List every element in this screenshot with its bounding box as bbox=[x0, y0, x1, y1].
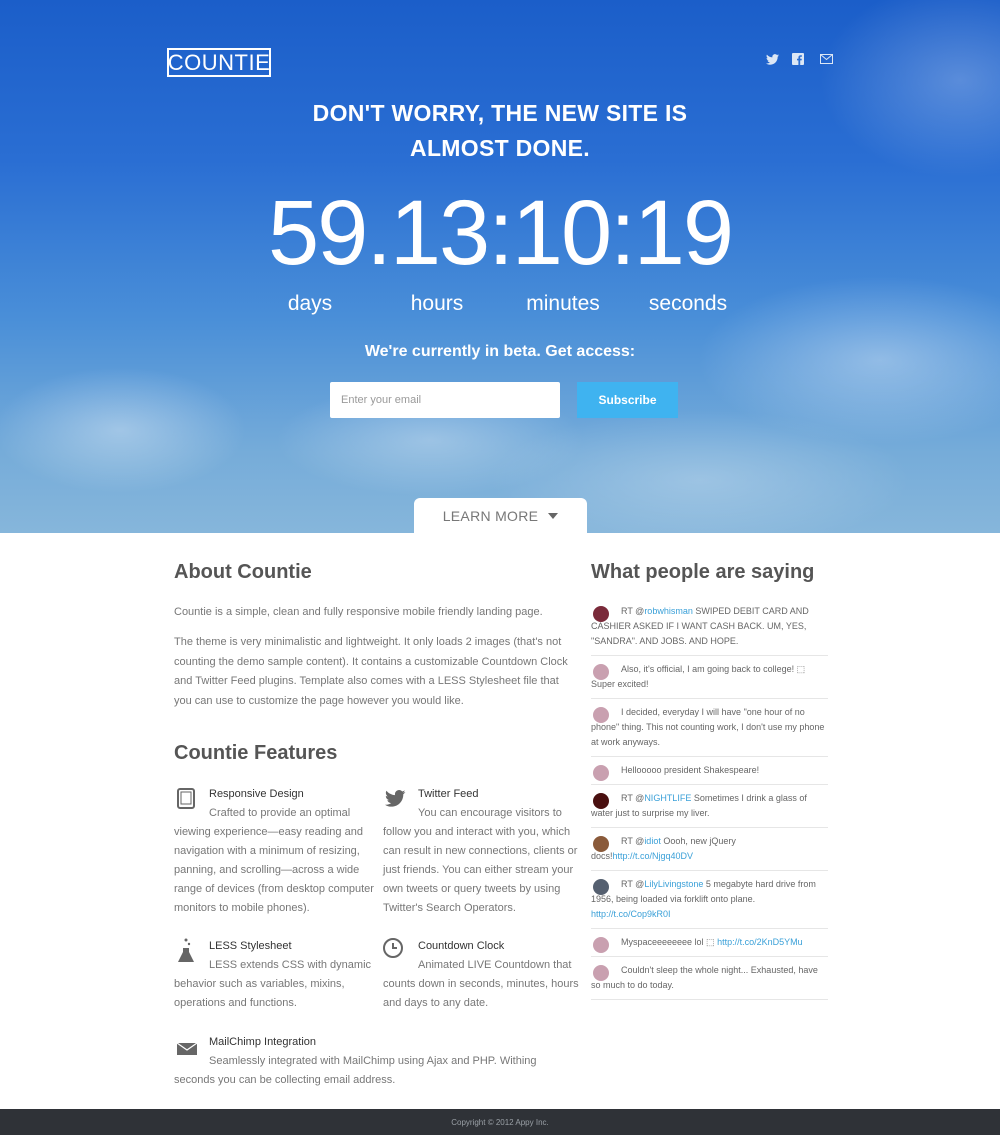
tweet-prefix: RT @ bbox=[621, 879, 645, 889]
tweet-text: Myspaceeeeeeee lol ⬚ http://t.co/2KnD5YM… bbox=[591, 935, 828, 950]
avatar[interactable] bbox=[593, 793, 609, 809]
feature-title: MailChimp Integration bbox=[209, 1036, 316, 1048]
tweet-body: Hellooooo president Shakespeare! bbox=[621, 765, 760, 775]
countdown-separator: : bbox=[488, 182, 514, 284]
learn-more-label: LEARN MORE bbox=[442, 508, 539, 524]
tweet-url-link[interactable]: http://t.co/Njgq40DV bbox=[613, 851, 694, 861]
tweet-text: RT @LilyLivingstone 5 megabyte hard driv… bbox=[591, 877, 828, 922]
clock-icon bbox=[383, 937, 407, 961]
tweet-text: RT @idiot Oooh, new jQuery docs!http://t… bbox=[591, 834, 828, 864]
tweet-url-link[interactable]: http://t.co/2KnD5YMu bbox=[717, 937, 803, 947]
flask-icon bbox=[174, 937, 198, 962]
avatar[interactable] bbox=[593, 965, 609, 981]
features-title: Countie Features bbox=[174, 742, 338, 764]
countdown-separator: . bbox=[366, 182, 392, 284]
tweets-title: What people are saying bbox=[591, 561, 815, 583]
tweet-text: Couldn't sleep the whole night... Exhaus… bbox=[591, 963, 828, 993]
tweet-item: Couldn't sleep the whole night... Exhaus… bbox=[591, 957, 828, 1000]
feature-description: You can encourage visitors to follow you… bbox=[383, 807, 578, 914]
feature-title: LESS Stylesheet bbox=[209, 940, 292, 952]
tweet-body: Myspaceeeeeeee lol ⬚ bbox=[621, 937, 718, 947]
countdown-minutes: 10 bbox=[511, 182, 612, 284]
tweet-item: Myspaceeeeeeee lol ⬚ http://t.co/2KnD5YM… bbox=[591, 929, 828, 957]
facebook-icon[interactable] bbox=[791, 53, 805, 65]
feature-twitter-feed: Twitter Feed You can encourage visitors … bbox=[383, 785, 583, 918]
tweet-prefix: RT @ bbox=[621, 836, 645, 846]
email-input[interactable] bbox=[330, 382, 560, 418]
feature-less-stylesheet: LESS Stylesheet LESS extends CSS with dy… bbox=[174, 937, 374, 1013]
tweet-body: Couldn't sleep the whole night... Exhaus… bbox=[591, 965, 818, 990]
about-paragraph-2: The theme is very minimalistic and light… bbox=[174, 636, 568, 707]
avatar[interactable] bbox=[593, 879, 609, 895]
countdown-seconds: 19 bbox=[633, 182, 734, 284]
countdown-hours: 13 bbox=[389, 182, 490, 284]
caret-down-icon bbox=[548, 513, 559, 519]
tweet-item: RT @NIGHTLIFE Sometimes I drink a glass … bbox=[591, 785, 828, 828]
twitter-icon[interactable] bbox=[765, 53, 779, 65]
about-paragraph-1: Countie is a simple, clean and fully res… bbox=[174, 606, 543, 618]
copyright-text: Copyright © 2012 Appy Inc. bbox=[451, 1117, 549, 1127]
tweet-text: RT @NIGHTLIFE Sometimes I drink a glass … bbox=[591, 791, 828, 821]
tweet-item: I decided, everyday I will have "one hou… bbox=[591, 699, 828, 757]
envelope-icon bbox=[174, 1033, 198, 1057]
tweet-item: Also, it's official, I am going back to … bbox=[591, 656, 828, 699]
avatar[interactable] bbox=[593, 836, 609, 852]
countdown-days: 59 bbox=[267, 182, 368, 284]
feature-title: Responsive Design bbox=[209, 788, 304, 800]
tweet-item: RT @LilyLivingstone 5 megabyte hard driv… bbox=[591, 871, 828, 929]
feature-description: Seamlessly integrated with MailChimp usi… bbox=[174, 1055, 537, 1086]
tweet-feed: RT @robwhisman SWIPED DEBIT CARD AND CAS… bbox=[591, 598, 828, 1022]
avatar[interactable] bbox=[593, 664, 609, 680]
learn-more-tab[interactable]: LEARN MORE bbox=[414, 498, 587, 533]
feature-description: Crafted to provide an optimal viewing ex… bbox=[174, 807, 374, 914]
tweet-item: Hellooooo president Shakespeare! bbox=[591, 757, 828, 785]
tweet-url-link[interactable]: http://t.co/Cop9kR0I bbox=[591, 909, 671, 919]
avatar[interactable] bbox=[593, 765, 609, 781]
countdown-clock: 59.13:10:19 bbox=[0, 178, 1000, 288]
tweet-text: RT @robwhisman SWIPED DEBIT CARD AND CAS… bbox=[591, 604, 828, 649]
tweet-body: I decided, everyday I will have "one hou… bbox=[591, 707, 825, 747]
tweet-text: I decided, everyday I will have "one hou… bbox=[591, 705, 828, 750]
tweet-user-link[interactable]: idiot bbox=[644, 836, 661, 846]
tablet-icon bbox=[174, 785, 198, 809]
tweet-item: RT @idiot Oooh, new jQuery docs!http://t… bbox=[591, 828, 828, 871]
feature-title: Countdown Clock bbox=[418, 940, 505, 952]
feature-mailchimp-integration: MailChimp Integration Seamlessly integra… bbox=[174, 1033, 579, 1090]
feature-countdown-clock: Countdown Clock Animated LIVE Countdown … bbox=[383, 937, 583, 1013]
feature-title: Twitter Feed bbox=[418, 788, 479, 800]
twitter-bird-icon bbox=[383, 785, 407, 809]
tweet-user-link[interactable]: LilyLivingstone bbox=[644, 879, 703, 889]
footer: Copyright © 2012 Appy Inc. bbox=[0, 1109, 1000, 1135]
subscribe-button[interactable]: Subscribe bbox=[577, 382, 678, 418]
tweet-body: Also, it's official, I am going back to … bbox=[591, 664, 806, 689]
feature-responsive-design: Responsive Design Crafted to provide an … bbox=[174, 785, 374, 918]
tweet-text: Also, it's official, I am going back to … bbox=[591, 662, 828, 692]
about-title: About Countie bbox=[174, 561, 312, 583]
headline-line-1: DON'T WORRY, THE NEW SITE IS bbox=[312, 100, 688, 126]
headline-line-2: ALMOST DONE. bbox=[410, 135, 590, 161]
tweet-item: RT @robwhisman SWIPED DEBIT CARD AND CAS… bbox=[591, 598, 828, 656]
feature-description: Animated LIVE Countdown that counts down… bbox=[383, 959, 579, 1009]
mail-icon[interactable] bbox=[819, 53, 833, 65]
countdown-label-days: days bbox=[287, 292, 333, 315]
avatar[interactable] bbox=[593, 707, 609, 723]
countdown-label-seconds: seconds bbox=[648, 292, 728, 315]
feature-description: LESS extends CSS with dynamic behavior s… bbox=[174, 959, 372, 1009]
countdown-separator: : bbox=[610, 182, 636, 284]
headline: DON'T WORRY, THE NEW SITE IS ALMOST DONE… bbox=[0, 96, 1000, 166]
logo[interactable]: COUNTIE bbox=[167, 48, 271, 77]
avatar[interactable] bbox=[593, 937, 609, 953]
avatar[interactable] bbox=[593, 606, 609, 622]
beta-text: We're currently in beta. Get access: bbox=[364, 343, 636, 360]
tweet-user-link[interactable]: NIGHTLIFE bbox=[644, 793, 691, 803]
tweet-prefix: RT @ bbox=[621, 606, 645, 616]
tweet-user-link[interactable]: robwhisman bbox=[644, 606, 693, 616]
countdown-label-hours: hours bbox=[410, 292, 464, 315]
tweet-prefix: RT @ bbox=[621, 793, 645, 803]
hero-section: COUNTIE DON'T WORRY, THE NEW SITE IS ALM… bbox=[0, 0, 1000, 533]
tweet-text: Hellooooo president Shakespeare! bbox=[591, 763, 828, 778]
countdown-label-minutes: minutes bbox=[526, 292, 600, 315]
